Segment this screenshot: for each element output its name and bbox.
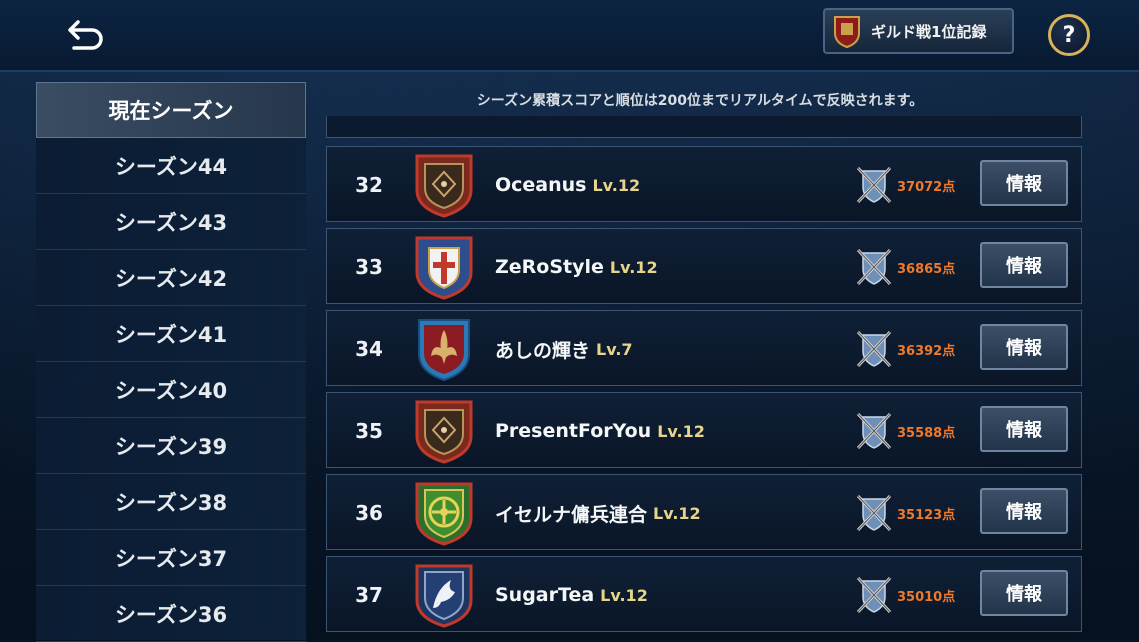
guild-score: 37072点 — [897, 179, 956, 195]
top-bar: ギルド戦1位記録 ? — [0, 0, 1139, 72]
guild-name-text: ZeRoStyle — [495, 256, 604, 278]
table-row-partial — [326, 116, 1082, 138]
rank-number: 35 — [355, 419, 383, 443]
help-icon[interactable]: ? — [1048, 14, 1090, 56]
info-button[interactable]: 情報 — [980, 160, 1068, 206]
guild-name: ZeRoStyle Lv.12 — [495, 229, 658, 305]
crossed-swords-shield-icon — [856, 576, 892, 614]
guild-score: 35588点 — [897, 425, 956, 441]
sidebar-item-season-36[interactable]: シーズン36 — [36, 586, 306, 642]
crest-brown-icon — [415, 400, 473, 464]
guild-name: PresentForYou Lv.12 — [495, 393, 705, 469]
sidebar-item-season-40[interactable]: シーズン40 — [36, 362, 306, 418]
back-button[interactable] — [58, 10, 114, 58]
rank-number: 36 — [355, 501, 383, 525]
sidebar-item-season-37[interactable]: シーズン37 — [36, 530, 306, 586]
crossed-swords-shield-icon — [856, 494, 892, 532]
guild-score: 35123点 — [897, 507, 956, 523]
guild-level: Lv.12 — [609, 257, 658, 277]
guild-name-text: あしの輝き — [495, 339, 591, 362]
crossed-swords-shield-icon — [856, 248, 892, 286]
guild-level: Lv.12 — [600, 585, 648, 605]
guild-level: Lv.12 — [653, 503, 701, 523]
season-sidebar: 現在シーズン シーズン44 シーズン43 シーズン42 シーズン41 シーズン4… — [36, 82, 306, 642]
info-button[interactable]: 情報 — [980, 488, 1068, 534]
back-arrow-icon — [68, 20, 103, 50]
table-row: 37 SugarTea Lv.12 35010点 情報 — [326, 556, 1082, 632]
guild-name-text: Oceanus — [495, 174, 587, 196]
rank-number: 37 — [355, 583, 383, 607]
guild-score: 36865点 — [897, 261, 956, 277]
ranking-notice: シーズン累積スコアと順位は200位までリアルタイムで反映されます。 — [476, 93, 924, 109]
guild-level: Lv.12 — [657, 421, 705, 441]
table-row: 36 イセルナ傭兵連合 Lv.12 35123点 情報 — [326, 474, 1082, 550]
guild-name: Oceanus Lv.12 — [495, 147, 640, 223]
info-button[interactable]: 情報 — [980, 406, 1068, 452]
table-row: 33 ZeRoStyle Lv.12 36865点 情報 — [326, 228, 1082, 304]
fleur-shield-icon — [418, 319, 470, 382]
sidebar-item-season-42[interactable]: シーズン42 — [36, 250, 306, 306]
guild-name-text: SugarTea — [495, 584, 595, 606]
table-row: 32 Oceanus Lv.12 37072点 情報 — [326, 146, 1082, 222]
guild-score: 35010点 — [897, 589, 956, 605]
rank-number: 34 — [355, 337, 383, 361]
table-row: 34 あしの輝き Lv.7 36392点 情報 — [326, 310, 1082, 386]
guild-name-text: イセルナ傭兵連合 — [495, 503, 648, 526]
info-button[interactable]: 情報 — [980, 570, 1068, 616]
guild-name-text: PresentForYou — [495, 420, 652, 442]
guild-name: あしの輝き Lv.7 — [495, 311, 633, 387]
guild-score: 36392点 — [897, 343, 956, 359]
guild-name: イセルナ傭兵連合 Lv.12 — [495, 475, 701, 551]
crossed-swords-shield-icon — [856, 166, 892, 204]
rank-number: 32 — [355, 173, 383, 197]
info-button[interactable]: 情報 — [980, 242, 1068, 288]
sidebar-item-season-44[interactable]: シーズン44 — [36, 138, 306, 194]
guild-level: Lv.12 — [592, 175, 641, 195]
guild-war-record-button[interactable]: ギルド戦1位記録 — [823, 8, 1014, 54]
crest-brown-icon — [415, 154, 473, 218]
ranking-list[interactable]: 32 Oceanus Lv.12 37072点 情報 33 ZeRoStyle … — [326, 116, 1084, 640]
guild-name: SugarTea Lv.12 — [495, 557, 648, 633]
green-emblem-icon — [415, 482, 473, 546]
info-button[interactable]: 情報 — [980, 324, 1068, 370]
trophy-shield-icon — [834, 16, 860, 49]
crossed-swords-shield-icon — [856, 330, 892, 368]
sidebar-item-season-39[interactable]: シーズン39 — [36, 418, 306, 474]
guild-level: Lv.7 — [596, 339, 633, 359]
sidebar-item-season-38[interactable]: シーズン38 — [36, 474, 306, 530]
sidebar-item-current-season[interactable]: 現在シーズン — [36, 82, 306, 138]
rank-number: 33 — [355, 255, 383, 279]
guild-war-record-label: ギルド戦1位記録 — [871, 22, 987, 41]
sidebar-item-season-41[interactable]: シーズン41 — [36, 306, 306, 362]
pegasus-shield-icon — [415, 564, 473, 628]
cross-shield-icon — [415, 236, 473, 300]
crossed-swords-shield-icon — [856, 412, 892, 450]
sidebar-item-season-43[interactable]: シーズン43 — [36, 194, 306, 250]
table-row: 35 PresentForYou Lv.12 35588点 情報 — [326, 392, 1082, 468]
